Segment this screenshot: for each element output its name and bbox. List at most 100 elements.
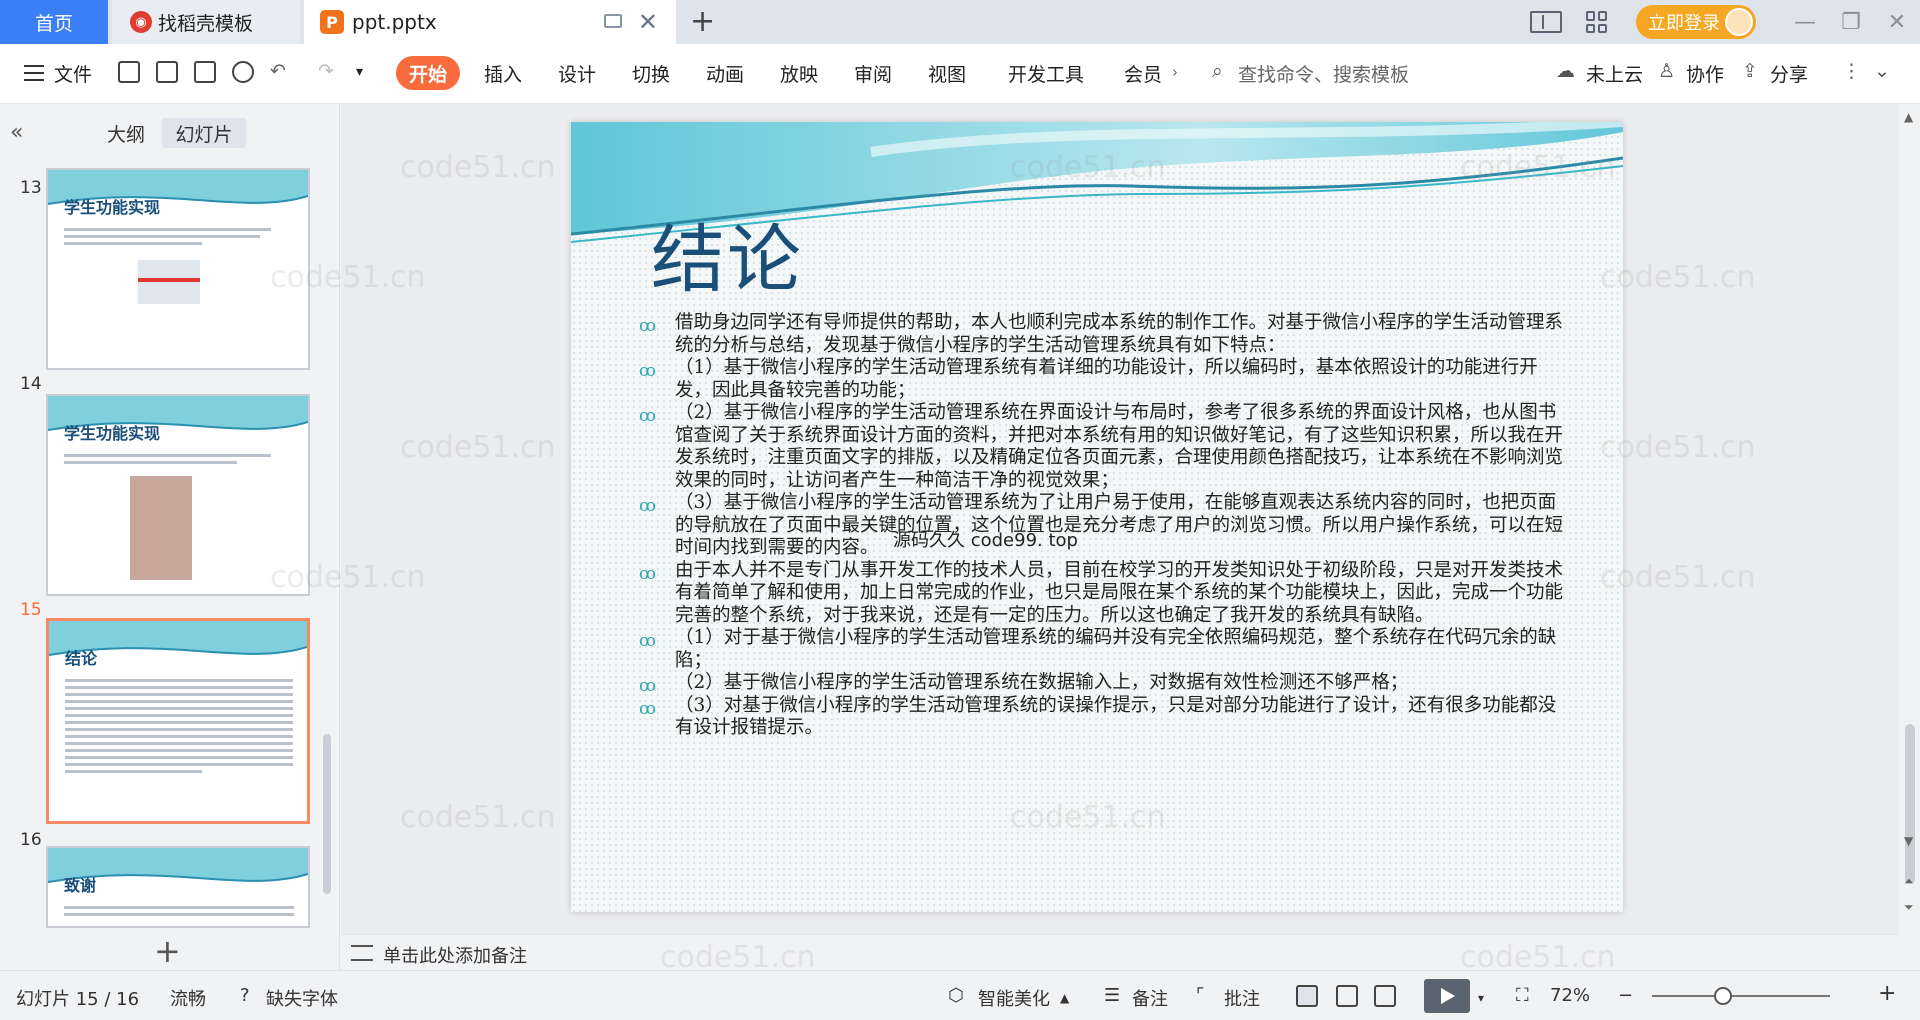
redo-icon[interactable]: ↷: [318, 60, 334, 82]
slide-thumbnail[interactable]: 致谢: [46, 846, 310, 928]
tab-developer[interactable]: 开发工具: [1008, 60, 1084, 87]
print-icon[interactable]: [194, 61, 216, 83]
tab-design[interactable]: 设计: [558, 60, 596, 87]
tab-transition[interactable]: 切换: [632, 60, 670, 87]
tab-slideshow[interactable]: 放映: [780, 60, 818, 87]
notes-bar[interactable]: 单击此处添加备注: [341, 934, 1899, 970]
add-slide-button[interactable]: +: [154, 932, 181, 970]
overlay-watermark-text: 源码久久 code99. top: [893, 530, 1078, 551]
collapse-ribbon-icon[interactable]: ⌄: [1874, 60, 1890, 82]
tab-start[interactable]: 开始: [396, 56, 460, 90]
canvas-scrollbar[interactable]: ▲ ▼ ⏶ ⏷: [1899, 104, 1920, 970]
slide-thumbnail[interactable]: 学生功能实现: [46, 394, 310, 596]
bullet-item: ꝏ （3）基于微信小程序的学生活动管理系统为了让用户易于使用，在能够直观表达系统内…: [639, 492, 1569, 560]
bullet-icon: ꝏ: [639, 406, 656, 426]
file-menu[interactable]: 文件: [54, 60, 92, 87]
tab-view[interactable]: 视图: [928, 60, 966, 87]
bullet-icon: ꝏ: [639, 631, 656, 651]
bullet-item: ꝏ （1）对于基于微信小程序的学生活动管理系统的编码并没有完全依照编码规范，整个系…: [639, 627, 1569, 672]
bullet-text: （1）基于微信小程序的学生活动管理系统有着详细的功能设计，所以编码时，基本依照设…: [675, 357, 1538, 401]
comment-button[interactable]: 批注: [1224, 985, 1260, 1011]
tab-member[interactable]: 会员: [1124, 60, 1162, 87]
scroll-thumb[interactable]: [1905, 724, 1915, 884]
ribbon: 文件 ↶ ↷ ▾ 开始 插入 设计 切换 动画 放映 审阅 视图 开发工具 会员…: [0, 44, 1920, 104]
thumb-text-lines: [64, 228, 294, 249]
bullet-text: 借助身边同学还有导师提供的帮助，本人也顺利完成本系统的制作工作。对基于微信小程序…: [675, 312, 1564, 356]
bullet-text: （1）对于基于微信小程序的学生活动管理系统的编码并没有完全依照编码规范，整个系统…: [675, 627, 1557, 671]
beautify-button[interactable]: 智能美化: [978, 985, 1050, 1011]
monitor-icon[interactable]: [604, 14, 622, 28]
normal-view-icon[interactable]: [1296, 985, 1318, 1007]
fit-window-icon[interactable]: ⛶: [1516, 985, 1529, 1006]
missing-font-button[interactable]: 缺失字体: [266, 985, 338, 1011]
bullet-item: ꝏ 由于本人并不是专门从事开发工作的技术人员，目前在校学习的开发类知识处于初级阶段…: [639, 560, 1569, 628]
bullet-item: ꝏ （2）基于微信小程序的学生活动管理系统在界面设计与布局时，参考了很多系统的界面…: [639, 402, 1569, 492]
reading-view-icon[interactable]: [1374, 985, 1396, 1007]
sorter-view-icon[interactable]: [1336, 985, 1358, 1007]
play-dropdown-icon[interactable]: ▾: [1478, 991, 1484, 1005]
bullet-icon: ꝏ: [639, 361, 656, 381]
more-options-icon[interactable]: ⋮: [1842, 60, 1861, 82]
panel-scrollbar[interactable]: [323, 734, 331, 894]
undo-icon[interactable]: ↶: [270, 60, 286, 82]
more-tabs-icon[interactable]: ›: [1172, 63, 1178, 81]
scroll-down-icon[interactable]: ▼: [1904, 834, 1913, 848]
login-button[interactable]: 立即登录: [1636, 5, 1756, 39]
beautify-dropdown-icon[interactable]: ▲: [1060, 991, 1069, 1005]
zoom-slider[interactable]: [1652, 995, 1830, 997]
preview-icon[interactable]: [232, 61, 254, 83]
cloud-status[interactable]: 未上云: [1586, 60, 1643, 87]
bullet-item: ꝏ （1）基于微信小程序的学生活动管理系统有着详细的功能设计，所以编码时，基本依照…: [639, 357, 1569, 402]
search-input[interactable]: 查找命令、搜索模板: [1238, 60, 1409, 87]
thumb-number: 15: [20, 600, 42, 620]
tab-review[interactable]: 审阅: [854, 60, 892, 87]
comment-icon: ⌜: [1196, 985, 1205, 1006]
notes-icon: [351, 945, 373, 961]
menu-icon[interactable]: [24, 65, 44, 81]
bullet-icon: ꝏ: [639, 563, 656, 584]
next-slide-icon[interactable]: ⏷: [1904, 900, 1914, 915]
theme-name[interactable]: 流畅: [170, 985, 206, 1011]
save-icon[interactable]: [118, 61, 140, 83]
collapse-panel-icon[interactable]: «: [10, 120, 23, 145]
notes-toggle-button[interactable]: 备注: [1132, 985, 1168, 1011]
thumb-number: 13: [20, 178, 42, 198]
zoom-level[interactable]: 72%: [1550, 985, 1590, 1006]
slide-title[interactable]: 结论: [651, 200, 803, 307]
zoom-slider-handle[interactable]: [1714, 987, 1732, 1005]
play-slideshow-button[interactable]: [1424, 979, 1470, 1013]
layout-icon[interactable]: [1530, 11, 1562, 33]
zoom-in-icon[interactable]: +: [1878, 981, 1896, 1006]
prev-slide-icon[interactable]: ⏶: [1904, 874, 1914, 889]
tab-home[interactable]: 首页: [0, 0, 108, 44]
tab-slides[interactable]: 幻灯片: [162, 118, 246, 148]
thumb-text-lines: [65, 679, 293, 777]
notes-placeholder[interactable]: 单击此处添加备注: [383, 942, 527, 968]
thumb-number: 14: [20, 374, 42, 394]
slide-thumbnail[interactable]: 学生功能实现: [46, 168, 310, 370]
customize-dropdown-icon[interactable]: ▾: [356, 64, 363, 80]
close-window-icon[interactable]: ✕: [1874, 10, 1920, 35]
slide-thumbnail-current[interactable]: 结论: [46, 618, 310, 824]
tab-document[interactable]: P ppt.pptx ✕: [304, 0, 676, 44]
thumb-image: [138, 260, 200, 304]
bullet-list[interactable]: ꝏ 借助身边同学还有导师提供的帮助，本人也顺利完成本系统的制作工作。对基于微信小程…: [639, 312, 1569, 740]
tab-document-label: ppt.pptx: [352, 10, 437, 34]
new-tab-button[interactable]: +: [690, 4, 715, 39]
close-tab-icon[interactable]: ✕: [638, 8, 658, 36]
collab-button[interactable]: 协作: [1686, 60, 1724, 87]
tab-outline[interactable]: 大纲: [96, 118, 156, 148]
minimize-icon[interactable]: —: [1782, 10, 1828, 35]
tab-template[interactable]: ◉ 找稻壳模板: [112, 0, 300, 44]
share-button[interactable]: 分享: [1770, 60, 1808, 87]
scroll-up-icon[interactable]: ▲: [1904, 110, 1913, 124]
tab-animation[interactable]: 动画: [706, 60, 744, 87]
apps-grid-icon[interactable]: [1586, 11, 1608, 33]
bullet-item: ꝏ 借助身边同学还有导师提供的帮助，本人也顺利完成本系统的制作工作。对基于微信小程…: [639, 312, 1569, 357]
restore-icon[interactable]: ❐: [1828, 10, 1874, 35]
tab-insert[interactable]: 插入: [484, 60, 522, 87]
slide[interactable]: 结论 ꝏ 借助身边同学还有导师提供的帮助，本人也顺利完成本系统的制作工作。对基于微…: [571, 122, 1623, 912]
ppt-file-icon: P: [320, 10, 344, 34]
export-icon[interactable]: [156, 61, 178, 83]
zoom-out-icon[interactable]: −: [1618, 985, 1633, 1006]
